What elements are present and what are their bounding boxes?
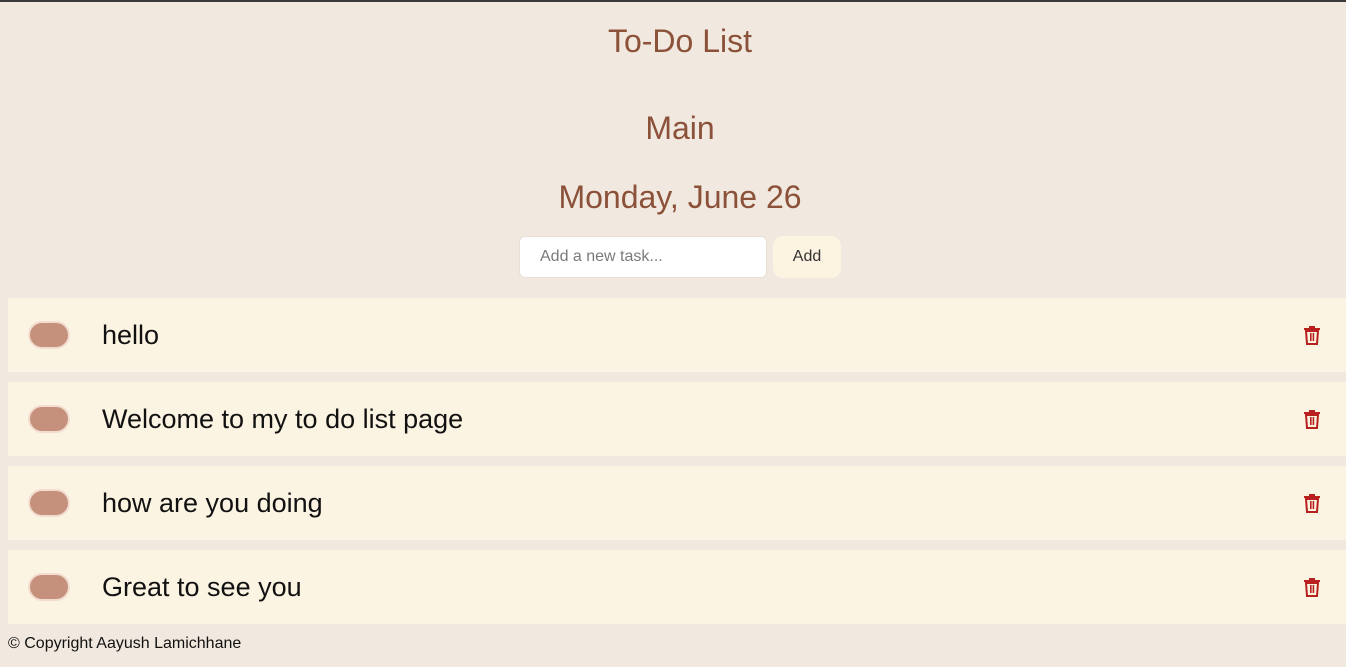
task-complete-toggle[interactable] <box>28 405 70 433</box>
trash-icon[interactable] <box>1302 325 1322 345</box>
task-row: Great to see you <box>8 550 1346 624</box>
date-heading: Monday, June 26 <box>558 179 802 215</box>
trash-icon[interactable] <box>1302 409 1322 429</box>
task-text: how are you doing <box>102 488 323 518</box>
task-row: hello <box>8 298 1346 372</box>
app-title: To-Do List <box>607 23 753 59</box>
task-text: Welcome to my to do list page <box>102 404 464 434</box>
task-text: Great to see you <box>102 572 302 602</box>
trash-icon[interactable] <box>1302 493 1322 513</box>
task-row: how are you doing <box>8 466 1346 540</box>
new-task-input[interactable] <box>519 236 767 278</box>
task-text: hello <box>102 320 160 350</box>
task-list: hello Welcome to my to do list page how … <box>8 298 1346 634</box>
task-complete-toggle[interactable] <box>28 489 70 517</box>
trash-icon[interactable] <box>1302 577 1322 597</box>
task-complete-toggle[interactable] <box>28 573 70 601</box>
add-task-button[interactable]: Add <box>773 236 841 278</box>
add-task-form: Add <box>519 236 841 280</box>
task-row: Welcome to my to do list page <box>8 382 1346 456</box>
list-name: Main <box>645 110 715 146</box>
task-complete-toggle[interactable] <box>28 321 70 349</box>
copyright-footer: © Copyright Aayush Lamichhane <box>8 635 242 652</box>
